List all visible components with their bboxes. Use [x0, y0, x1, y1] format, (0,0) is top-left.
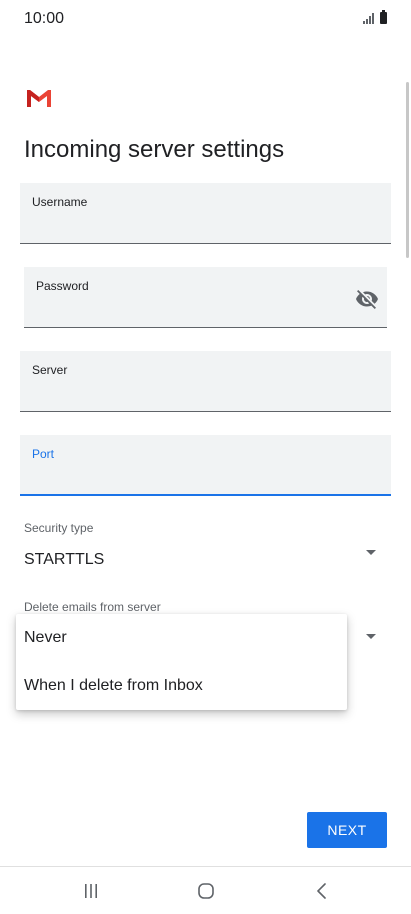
username-input[interactable] [32, 215, 379, 235]
delete-emails-label: Delete emails from server [24, 600, 161, 614]
security-type-dropdown[interactable]: STARTTLS [24, 551, 104, 569]
status-icons [363, 10, 387, 24]
navigation-bar [0, 867, 411, 914]
server-label: Server [32, 363, 68, 377]
server-field[interactable]: Server [20, 351, 391, 412]
port-label: Port [32, 447, 55, 461]
status-time: 10:00 [24, 10, 65, 27]
password-field[interactable]: Password [24, 267, 387, 328]
menu-item-never[interactable]: Never [16, 614, 347, 662]
chevron-down-icon[interactable] [366, 550, 376, 555]
username-field[interactable]: Username [20, 183, 391, 244]
security-type-label: Security type [24, 521, 94, 535]
next-button[interactable]: NEXT [307, 812, 387, 848]
delete-emails-menu: Never When I delete from Inbox [16, 614, 347, 710]
port-field[interactable]: Port [20, 435, 391, 496]
status-bar: 10:00 [0, 0, 411, 40]
signal-icon [363, 12, 374, 24]
back-icon[interactable] [310, 879, 334, 903]
home-icon[interactable] [194, 879, 218, 903]
password-label: Password [36, 279, 89, 293]
gmail-logo-icon [27, 90, 51, 107]
page-title: Incoming server settings [24, 136, 285, 163]
visibility-off-icon[interactable] [355, 287, 379, 311]
password-input[interactable] [36, 299, 347, 319]
scrollbar[interactable] [406, 82, 409, 258]
username-label: Username [32, 195, 88, 209]
chevron-down-icon[interactable] [366, 634, 376, 639]
screen: 10:00 Incoming server settings Username … [0, 0, 411, 914]
battery-icon [380, 10, 387, 24]
recent-apps-icon[interactable] [79, 879, 103, 903]
menu-item-when-delete-from-inbox[interactable]: When I delete from Inbox [16, 662, 347, 710]
server-input[interactable] [32, 383, 379, 403]
port-input[interactable] [32, 466, 379, 486]
